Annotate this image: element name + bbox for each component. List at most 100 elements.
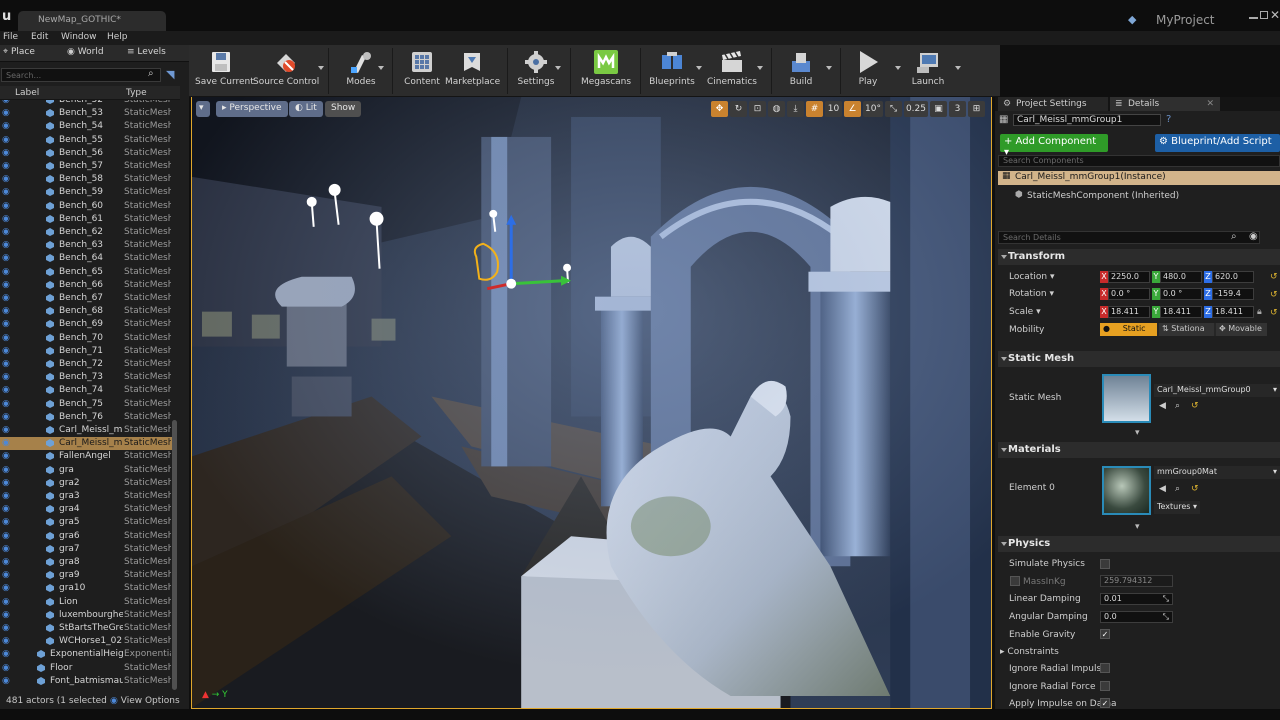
scale-label[interactable]: Scale ▾ <box>1009 307 1041 317</box>
outliner-row[interactable]: ◉ Bench_71 StaticMesh <box>0 345 172 358</box>
outliner-row[interactable]: ◉ Carl_Meissl_mmStaticMesh <box>0 437 172 450</box>
eye-icon[interactable]: ◉ <box>1249 231 1258 242</box>
outliner-row[interactable]: ◉ Bench_65 StaticMesh <box>0 266 172 279</box>
menu-help[interactable]: Help <box>107 32 128 42</box>
tab-world[interactable]: ◉ World <box>67 47 104 57</box>
visibility-eye-icon[interactable]: ◉ <box>2 161 12 171</box>
search-details-input[interactable]: Search Details <box>998 231 1260 244</box>
outliner-row[interactable]: ◉ luxembourgheadStaticMesh <box>0 609 172 622</box>
visibility-eye-icon[interactable]: ◉ <box>2 399 12 409</box>
launch-button[interactable]: Launch <box>908 49 948 93</box>
visibility-eye-icon[interactable]: ◉ <box>2 148 12 158</box>
outliner-row[interactable]: ◉ gra5 StaticMesh <box>0 516 172 529</box>
reset-location-icon[interactable]: ↺ <box>1270 272 1278 282</box>
grid-snap-icon[interactable]: # <box>806 101 823 117</box>
outliner-row[interactable]: ◉ Bench_75 StaticMesh <box>0 398 172 411</box>
outliner-row[interactable]: ◉ Bench_69 StaticMesh <box>0 318 172 331</box>
location-label[interactable]: Location ▾ <box>1009 272 1054 282</box>
modes-button[interactable]: Modes <box>339 49 383 93</box>
reset-icon[interactable]: ↺ <box>1191 484 1199 494</box>
visibility-eye-icon[interactable]: ◉ <box>2 425 12 435</box>
outliner-row[interactable]: ◉ gra9 StaticMesh <box>0 569 172 582</box>
reset-rotation-icon[interactable]: ↺ <box>1270 290 1278 300</box>
visibility-eye-icon[interactable]: ◉ <box>2 504 12 514</box>
visibility-eye-icon[interactable]: ◉ <box>2 636 12 646</box>
outliner-row[interactable]: ◉ Bench_60 StaticMesh <box>0 200 172 213</box>
visibility-eye-icon[interactable]: ◉ <box>2 359 12 369</box>
visibility-eye-icon[interactable]: ◉ <box>2 676 12 686</box>
ignore-radial-force-checkbox[interactable] <box>1100 681 1110 691</box>
rotation-label[interactable]: Rotation ▾ <box>1009 289 1054 299</box>
static-mesh-thumbnail[interactable] <box>1102 374 1151 423</box>
visibility-eye-icon[interactable]: ◉ <box>2 319 12 329</box>
reset-icon[interactable]: ↺ <box>1191 401 1199 411</box>
static-mesh-combo[interactable]: Carl_Meissl_mmGroup0 ▾ <box>1154 384 1280 397</box>
column-type[interactable]: Type <box>126 88 147 98</box>
visibility-eye-icon[interactable]: ◉ <box>2 187 12 197</box>
menu-window[interactable]: Window <box>61 32 97 42</box>
outliner-row[interactable]: ◉ gra10 StaticMesh <box>0 582 172 595</box>
simulate-physics-checkbox[interactable] <box>1100 559 1110 569</box>
outliner-options-icon[interactable]: ◥ <box>166 68 174 81</box>
apply-impulse-checkbox[interactable]: ✓ <box>1100 698 1110 708</box>
scale-snap-icon[interactable]: ⤡ <box>884 101 902 117</box>
outliner-row[interactable]: ◉ gra4 StaticMesh <box>0 503 172 516</box>
outliner-row[interactable]: ◉ gra2 StaticMesh <box>0 477 172 490</box>
cinematics-button[interactable]: Cinematics <box>706 49 758 93</box>
lock-scale-icon[interactable]: 🔒︎ <box>1257 307 1262 317</box>
lit-button[interactable]: ◐ Lit <box>289 101 323 117</box>
outliner-row[interactable]: ◉ Bench_74 StaticMesh <box>0 384 172 397</box>
enable-gravity-checkbox[interactable]: ✓ <box>1100 629 1110 639</box>
search-icon[interactable]: ⌕ <box>1175 484 1180 494</box>
outliner-row[interactable]: ◉ gra StaticMesh <box>0 464 172 477</box>
outliner-row[interactable]: ◉ Bench_66 StaticMesh <box>0 279 172 292</box>
tab-project-settings[interactable]: ⚙ Project Settings <box>998 97 1108 111</box>
outliner-row[interactable]: ◉ gra8 StaticMesh <box>0 556 172 569</box>
outliner-row[interactable]: ◉ Bench_54 StaticMesh <box>0 120 172 133</box>
outliner-row[interactable]: ◉ Bench_53 StaticMesh <box>0 107 172 120</box>
visibility-eye-icon[interactable]: ◉ <box>2 517 12 527</box>
outliner-row[interactable]: ◉ Bench_56 StaticMesh <box>0 147 172 160</box>
transform-section-header[interactable]: Transform <box>998 249 1280 265</box>
mass-override-checkbox[interactable] <box>1010 576 1020 586</box>
level-viewport[interactable]: ▾ ▸ Perspective ◐ Lit Show ✥ ↻ ⊡ ◍ ⤓ # 1… <box>191 97 992 709</box>
minimize-icon[interactable] <box>1249 11 1258 19</box>
close-icon[interactable]: ✕ <box>1270 8 1280 22</box>
scale-tool-icon[interactable]: ⊡ <box>749 101 766 117</box>
visibility-eye-icon[interactable]: ◉ <box>2 491 12 501</box>
tab-place[interactable]: ⌖ Place <box>3 47 35 57</box>
outliner-row[interactable]: ◉ Bench_68 StaticMesh <box>0 305 172 318</box>
outliner-row[interactable]: ◉ Bench_52 StaticMesh <box>0 100 172 107</box>
visibility-eye-icon[interactable]: ◉ <box>2 280 12 290</box>
visibility-eye-icon[interactable]: ◉ <box>2 240 12 250</box>
outliner-row[interactable]: ◉ Bench_61 StaticMesh <box>0 213 172 226</box>
outliner-row[interactable]: ◉ Bench_70 StaticMesh <box>0 332 172 345</box>
save-current-button[interactable]: Save Current <box>195 49 254 93</box>
grid-snap-value[interactable]: 10 <box>825 101 842 117</box>
scale-snap-value[interactable]: 0.25 <box>903 101 928 117</box>
rotation-y-field[interactable]: 0.0 ° <box>1160 288 1202 300</box>
visibility-eye-icon[interactable]: ◉ <box>2 333 12 343</box>
linear-damping-field[interactable]: 0.01 ⤡ <box>1100 593 1173 605</box>
visibility-eye-icon[interactable]: ◉ <box>2 293 12 303</box>
rotation-snap-value[interactable]: 10° <box>863 101 883 117</box>
close-tab-icon[interactable]: ✕ <box>1206 99 1214 109</box>
outliner-row[interactable]: ◉ gra7 StaticMesh <box>0 543 172 556</box>
camera-speed-icon[interactable]: ▣ <box>930 101 947 117</box>
visibility-eye-icon[interactable]: ◉ <box>2 346 12 356</box>
rotation-x-field[interactable]: 0.0 ° <box>1108 288 1150 300</box>
visibility-eye-icon[interactable]: ◉ <box>2 663 12 673</box>
textures-dropdown[interactable]: Textures ▾ <box>1154 501 1200 514</box>
translate-tool-icon[interactable]: ✥ <box>711 101 728 117</box>
visibility-eye-icon[interactable]: ◉ <box>2 438 12 448</box>
visibility-eye-icon[interactable]: ◉ <box>2 253 12 263</box>
visibility-eye-icon[interactable]: ◉ <box>2 121 12 131</box>
mobility-movable[interactable]: ✥ Movable <box>1216 323 1267 336</box>
tab-details[interactable]: ≣ Details ✕ <box>1110 97 1220 111</box>
play-button[interactable]: Play <box>849 49 887 93</box>
outliner-row[interactable]: ◉ Bench_72 StaticMesh <box>0 358 172 371</box>
outliner-row[interactable]: ◉ Bench_63 StaticMesh <box>0 239 172 252</box>
scale-y-field[interactable]: 18.411 <box>1160 306 1202 318</box>
material-combo[interactable]: mmGroup0Mat ▾ <box>1154 466 1280 479</box>
map-tab[interactable]: NewMap_GOTHIC* <box>18 11 166 31</box>
